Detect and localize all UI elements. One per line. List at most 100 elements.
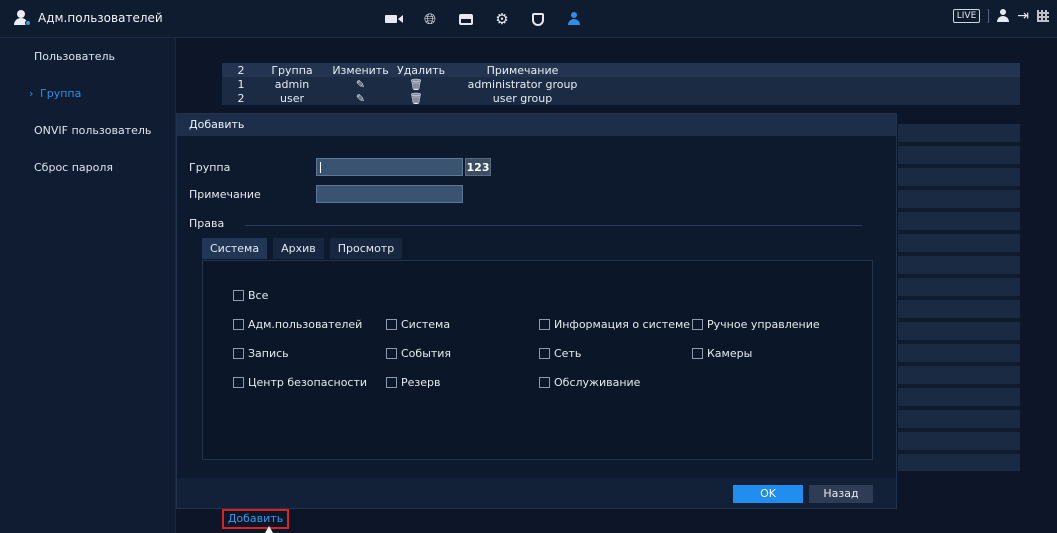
tab-archive[interactable]: Архив [273,238,324,259]
gear-icon[interactable]: ⚙ [484,9,520,29]
delete-icon[interactable]: 🗑 [397,78,435,91]
sidebar-item-label: Пользователь [34,50,116,63]
checkbox[interactable] [233,290,244,301]
delete-icon[interactable]: 🗑 [397,92,435,105]
note-label: Примечание [189,188,261,201]
checkbox-label: Адм.пользователей [248,318,363,331]
row-number: 1 [237,77,245,91]
qr-code-icon[interactable] [1037,10,1049,22]
add-group-button[interactable]: Добавить [222,509,289,529]
checkbox-label: Резерв [401,376,441,389]
checkbox[interactable] [233,319,244,330]
group-name-input[interactable] [316,158,463,176]
keyboard-toggle-button[interactable]: 123 [465,158,491,176]
camera-icon[interactable] [376,9,412,29]
checkbox-backup[interactable]: Резерв [386,376,440,389]
checkbox[interactable] [386,377,397,388]
table-header: 2 Группа Изменить Удалить Примечание [222,63,1020,77]
checkbox-events[interactable]: События [386,347,451,360]
header-count: 2 [237,63,245,77]
header-group: Группа [271,63,313,77]
row-number: 2 [237,91,245,105]
add-group-dialog: Добавить Группа 123 Примечание Права Сис… [176,113,897,509]
checkbox[interactable] [233,348,244,359]
checkbox-network[interactable]: Сеть [539,347,581,360]
checkbox-system[interactable]: Система [386,318,450,331]
checkbox-label: Ручное управление [707,318,820,331]
back-button[interactable]: Назад [809,485,873,503]
chevron-right-icon: › [29,87,34,100]
rights-label: Права [189,217,225,230]
checkbox[interactable] [386,348,397,359]
sidebar-item-label: ONVIF пользователь [34,124,152,137]
rights-tabs: Система Архив Просмотр [202,238,403,259]
checkbox[interactable] [692,348,703,359]
checkbox[interactable] [233,377,244,388]
header-edit: Изменить [332,63,389,77]
checkbox-security-center[interactable]: Центр безопасности [233,376,367,389]
dialog-footer: OK Назад [177,478,896,508]
checkbox-manual-control[interactable]: Ручное управление [692,318,820,331]
checkbox-cameras[interactable]: Камеры [692,347,752,360]
group-table: 2 Группа Изменить Удалить Примечание 1 a… [222,63,1020,105]
checkbox[interactable] [539,319,550,330]
checkbox[interactable] [539,348,550,359]
row-group: admin [274,77,310,91]
sidebar-item-label: Сброс пароля [34,161,114,174]
dialog-title: Добавить [177,114,896,136]
checkbox[interactable] [539,377,550,388]
checkbox-record[interactable]: Запись [233,347,289,360]
sidebar: Пользователь › Группа ONVIF пользователь … [0,38,176,533]
top-bar: Адм.пользователей 🌐︎ ⚙ LIVE ⇥ [0,0,1057,38]
app-title-area: Адм.пользователей [14,10,163,26]
shield-icon[interactable] [520,9,556,29]
top-nav-icons: 🌐︎ ⚙ [376,9,592,29]
row-group: user [280,91,304,105]
sidebar-item-group[interactable]: › Группа [0,75,175,112]
group-label: Группа [189,161,231,174]
row-note: administrator group [467,77,578,91]
divider [245,225,862,226]
sidebar-item-label: Группа [40,87,82,100]
users-gear-icon[interactable] [556,9,592,29]
checkbox-user-admin[interactable]: Адм.пользователей [233,318,362,331]
checkbox[interactable] [386,319,397,330]
tab-view[interactable]: Просмотр [329,238,403,259]
checkbox-label: События [401,347,452,360]
checkbox-label: Центр безопасности [248,376,368,389]
note-input[interactable] [316,185,463,203]
checkbox-maintenance[interactable]: Обслуживание [539,376,640,389]
checkbox-label: Система [401,318,451,331]
checkbox-label: Обслуживание [554,376,641,389]
user-icon[interactable] [997,9,1010,23]
app-window: Адм.пользователей 🌐︎ ⚙ LIVE ⇥ Пользовате… [0,0,1057,533]
table-row[interactable]: 1 admin ✎ 🗑 administrator group [222,77,1020,91]
edit-icon[interactable]: ✎ [324,92,397,105]
checkbox-label: Камеры [707,347,753,360]
hdd-icon[interactable] [448,9,484,29]
checkbox[interactable] [692,319,703,330]
sidebar-item-user[interactable]: Пользователь [0,38,175,75]
table-background-rows [898,124,1020,471]
app-title: Адм.пользователей [38,11,163,25]
sidebar-item-onvif-user[interactable]: ONVIF пользователь [0,112,175,149]
checkbox-all[interactable]: Все [233,289,268,302]
header-delete: Удалить [397,63,446,77]
logout-icon[interactable]: ⇥ [1017,8,1029,24]
top-right-tools: LIVE ⇥ [952,8,1049,24]
checkbox-system-info[interactable]: Информация о системе [539,318,690,331]
sidebar-item-password-reset[interactable]: Сброс пароля [0,149,175,186]
edit-icon[interactable]: ✎ [324,78,397,91]
live-button[interactable]: LIVE [952,9,981,23]
header-note: Примечание [486,63,559,77]
divider [988,9,990,23]
mouse-cursor-icon [265,526,273,533]
globe-icon[interactable]: 🌐︎ [412,9,448,29]
user-admin-icon [14,10,31,26]
tab-system[interactable]: Система [202,238,268,259]
checkbox-label: Запись [248,347,289,360]
permissions-panel: Все Адм.пользователей Система Информация… [202,260,873,460]
checkbox-label: Все [248,289,269,302]
table-row[interactable]: 2 user ✎ 🗑 user group [222,91,1020,105]
ok-button[interactable]: OK [733,485,803,503]
